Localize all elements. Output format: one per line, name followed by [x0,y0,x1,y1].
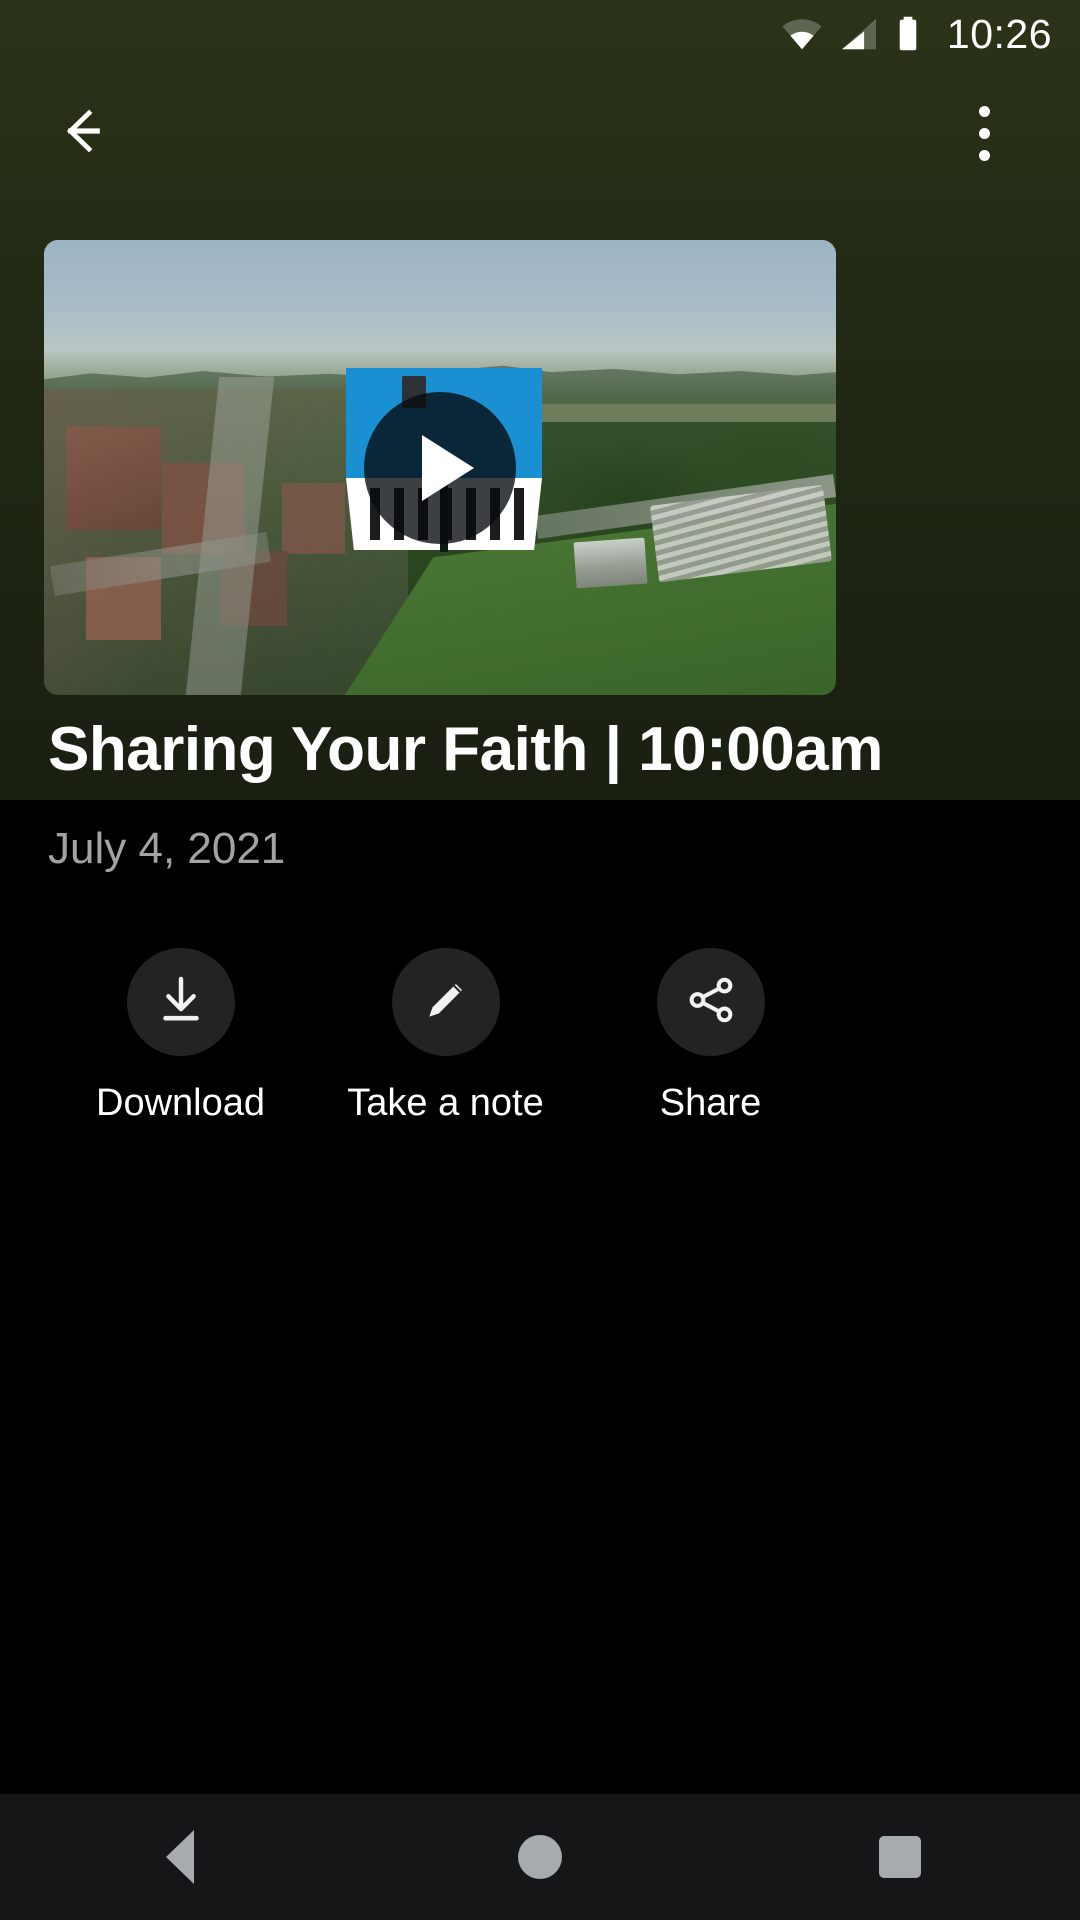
page-title: Sharing Your Faith | 10:00am [48,715,883,784]
status-bar-clock: 10:26 [946,10,1052,57]
back-arrow-icon [66,106,126,161]
detail-section: Sharing Your Faith | 10:00am July 4, 202… [0,715,1080,1800]
take-a-note-button[interactable]: Take a note [313,948,578,1125]
share-button-label: Share [659,1082,762,1124]
more-vertical-icon [978,105,990,161]
nav-recents-icon [879,1836,921,1878]
overflow-menu-button[interactable] [936,85,1032,181]
battery-full-icon [895,16,921,52]
back-button[interactable] [48,85,144,181]
wifi-icon [781,17,823,51]
nav-back-button[interactable] [90,1794,270,1920]
nav-recents-button[interactable] [810,1794,990,1920]
nav-home-icon [518,1835,562,1879]
share-button-circle [656,948,765,1056]
download-icon [153,972,209,1033]
cellular-signal-icon [839,17,879,51]
play-icon [422,434,474,501]
download-button[interactable]: Download [48,948,313,1125]
download-button-circle [126,948,235,1056]
app-bar [0,68,1080,198]
share-icon [684,973,738,1032]
nav-home-button[interactable] [450,1794,630,1920]
thumbnail-building [573,537,648,589]
system-navigation-bar [0,1794,1080,1920]
download-button-label: Download [96,1082,265,1124]
take-a-note-button-circle [391,948,500,1056]
take-a-note-button-label: Take a note [347,1082,544,1124]
page-date: July 4, 2021 [48,824,286,873]
play-button[interactable] [364,391,516,544]
nav-back-icon [166,1830,194,1884]
status-bar: 10:26 [0,0,1080,68]
video-thumbnail[interactable] [44,240,836,695]
pencil-icon [419,973,473,1032]
share-button[interactable]: Share [578,948,843,1125]
action-row: Download Take a note Share [48,948,1032,1125]
thumbnail-sky [44,240,836,386]
app-screen: 10:26 Sharing Your Faith | 10:00am July … [0,0,1080,1920]
